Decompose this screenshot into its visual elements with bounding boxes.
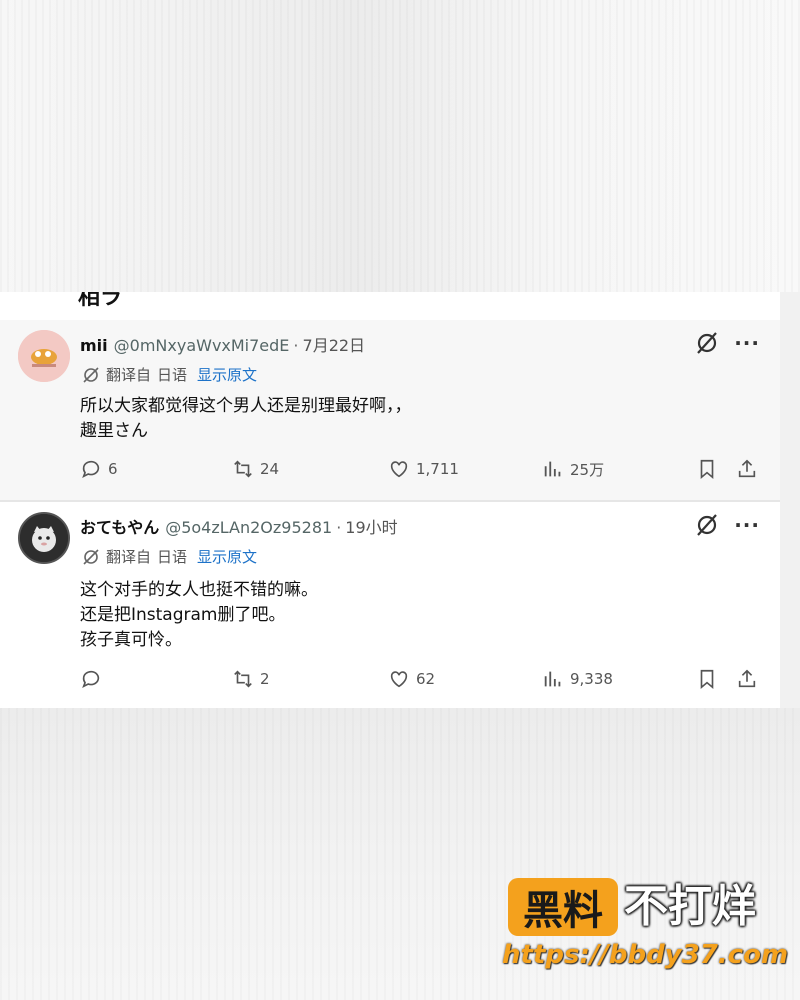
views-icon [544, 461, 561, 477]
view-count: 25万 [570, 460, 605, 479]
heart-icon [390, 671, 408, 688]
avatar[interactable] [18, 330, 70, 382]
tweet-text-line: 趣里さん [80, 421, 148, 441]
reply-button[interactable]: 6 [80, 458, 118, 480]
translated-from-label: 翻译自 [106, 548, 152, 566]
retweet-button[interactable]: 2 [232, 668, 270, 690]
background-top [0, 0, 800, 292]
bookmark-button[interactable] [696, 458, 718, 480]
share-icon [738, 669, 756, 688]
like-count: 1,711 [416, 460, 459, 478]
translate-icon [83, 366, 99, 383]
retweet-button[interactable]: 24 [232, 458, 279, 480]
watermark-url: https://bbdy37.com [502, 940, 789, 970]
tweet-text: 所以大家都觉得这个男人还是别理最好啊，， 趣里さん [80, 394, 412, 444]
tweet-actions: 6 24 1,711 25万 [0, 458, 780, 488]
translation-notice: 翻译自 日语 显示原文 [82, 546, 257, 567]
reply-icon [82, 670, 100, 689]
separator-dot: · [336, 518, 342, 537]
grok-icon[interactable] [694, 330, 720, 356]
timestamp[interactable]: 19小时 [345, 518, 397, 537]
heart-icon [390, 461, 408, 478]
display-name[interactable]: おてもやん [80, 518, 159, 537]
retweet-count: 24 [260, 460, 280, 478]
reply-icon [82, 460, 100, 479]
tweet[interactable]: おてもやん @5o4zLAn2Oz95281 · 19小时 ··· 翻译自 日语 显示… [0, 502, 780, 708]
show-original-link[interactable]: 显示原文 [197, 546, 257, 567]
tweet-text-line: 这个对手的女人也挺不错的嘛。 [80, 580, 318, 600]
retweet-count: 2 [260, 670, 270, 688]
translate-icon [83, 548, 99, 565]
avatar-image [18, 330, 70, 382]
watermark: 黑料 不打烊 https://bbdy37.com [502, 878, 788, 978]
watermark-badge: 黑料 [508, 878, 618, 936]
reply-button[interactable] [80, 668, 108, 690]
source-language: 日语 [157, 548, 188, 566]
previous-tweet-fragment: 相ラ [0, 292, 780, 320]
views-button[interactable]: 25万 [542, 458, 604, 480]
separator-dot: · [293, 336, 299, 355]
tweet-text: 这个对手的女人也挺不错的嘛。 还是把Instagram删了吧。 孩子真可怜。 [80, 578, 318, 653]
retweet-icon [234, 460, 252, 478]
tweet-list: 相ラ mii @0mNxyaWvxMi7edE · 7月22日 ··· 翻译自 … [0, 292, 780, 708]
bookmark-icon [700, 459, 714, 480]
tweet-text-line: 所以大家都觉得这个男人还是别理最好啊，， [80, 396, 412, 416]
avatar[interactable] [18, 512, 70, 564]
more-options-icon[interactable]: ··· [734, 515, 760, 535]
more-options-icon[interactable]: ··· [734, 333, 760, 353]
reply-count: 6 [108, 460, 118, 478]
views-icon [544, 671, 561, 687]
like-button[interactable]: 1,711 [388, 458, 459, 480]
grok-icon[interactable] [694, 512, 720, 538]
share-icon [738, 459, 756, 478]
user-handle[interactable]: @5o4zLAn2Oz95281 [165, 518, 332, 537]
avatar-image [20, 514, 68, 562]
translated-from-label: 翻译自 [106, 366, 152, 384]
like-button[interactable]: 62 [388, 668, 435, 690]
tweet-text-line: 还是把Instagram删了吧。 [80, 605, 286, 625]
previous-tweet-text: 相ラ [78, 292, 123, 310]
views-button[interactable]: 9,338 [542, 668, 613, 690]
translation-notice: 翻译自 日语 显示原文 [82, 364, 257, 385]
tweet-header: mii @0mNxyaWvxMi7edE · 7月22日 [80, 332, 365, 356]
tweet-header: おてもやん @5o4zLAn2Oz95281 · 19小时 [80, 514, 398, 538]
bookmark-icon [700, 669, 714, 690]
source-language: 日语 [157, 366, 188, 384]
tweet-header-actions: ··· [694, 512, 760, 538]
tweet-header-actions: ··· [694, 330, 760, 356]
display-name[interactable]: mii [80, 336, 108, 355]
view-count: 9,338 [570, 670, 613, 688]
timestamp[interactable]: 7月22日 [303, 336, 366, 355]
tweet-text-line: 孩子真可怜。 [80, 630, 182, 650]
bookmark-button[interactable] [696, 668, 718, 690]
share-button[interactable] [736, 668, 758, 690]
tweet[interactable]: mii @0mNxyaWvxMi7edE · 7月22日 ··· 翻译自 日语 显示原… [0, 320, 780, 500]
like-count: 62 [416, 670, 436, 688]
tweet-actions: 2 62 9,338 [0, 668, 780, 698]
show-original-link[interactable]: 显示原文 [197, 364, 257, 385]
user-handle[interactable]: @0mNxyaWvxMi7edE [114, 336, 290, 355]
share-button[interactable] [736, 458, 758, 480]
retweet-icon [234, 670, 252, 688]
watermark-title: 不打烊 [624, 881, 756, 932]
